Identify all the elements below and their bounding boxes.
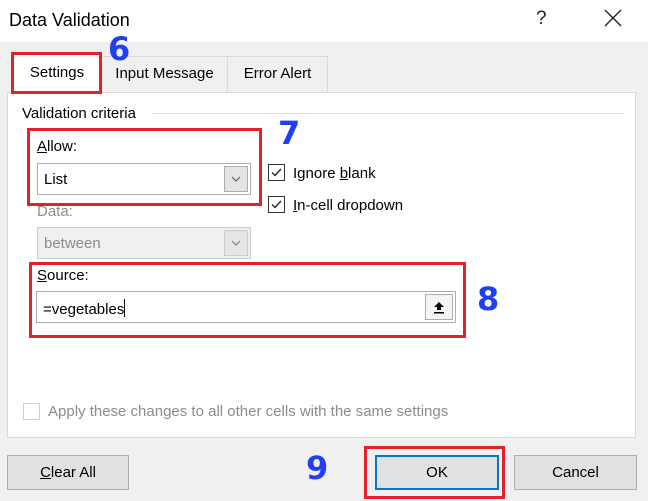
group-divider (152, 113, 624, 114)
apply-all-label: Apply these changes to all other cells w… (48, 403, 449, 420)
tab-settings[interactable]: Settings (12, 53, 102, 93)
apply-all-checkbox (23, 403, 40, 420)
annotation-number-6: 6 (108, 30, 131, 68)
data-label: Data: (37, 203, 73, 220)
title-bar: Data Validation ? (0, 0, 648, 42)
checkmark-icon (271, 168, 282, 177)
ignore-blank-label: Ignore blank (293, 165, 376, 182)
in-cell-dropdown-checkbox[interactable] (268, 196, 285, 213)
close-icon[interactable] (601, 6, 625, 30)
ignore-blank-label-accel: b (339, 165, 349, 182)
tab-settings-label: Settings (29, 64, 85, 81)
allow-label: Allow: (37, 138, 77, 155)
chevron-down-icon[interactable] (224, 166, 248, 192)
ignore-blank-label-pre: Ignore (293, 165, 340, 182)
validation-criteria-label: Validation criteria (22, 105, 136, 122)
tab-error-alert[interactable]: Error Alert (227, 56, 328, 92)
allow-label-rest: llow: (47, 138, 78, 155)
data-dropdown: between (37, 227, 251, 259)
tab-error-alert-label: Error Alert (243, 65, 312, 82)
clear-all-label: lear All (50, 464, 96, 481)
help-button[interactable]: ? (536, 8, 547, 30)
source-label: Source: (37, 267, 89, 284)
arrow-up-icon (434, 301, 444, 313)
ignore-blank-label-rest: lank (348, 165, 376, 182)
allow-label-accel: A (37, 138, 48, 155)
text-caret (124, 299, 126, 317)
annotation-number-8: 8 (477, 280, 500, 318)
cancel-label: Cancel (552, 464, 599, 481)
ignore-blank-checkbox[interactable] (268, 164, 285, 181)
allow-dropdown[interactable]: List (37, 163, 251, 195)
collapse-dialog-button[interactable] (425, 294, 453, 320)
ok-label: OK (426, 464, 448, 481)
clear-all-button[interactable]: Clear All (7, 455, 129, 490)
source-label-rest: ource: (47, 267, 89, 284)
in-cell-dropdown-label: In-cell dropdown (293, 197, 403, 214)
settings-panel (7, 92, 636, 438)
source-label-accel: S (37, 267, 48, 284)
dialog-title: Data Validation (9, 10, 130, 30)
clear-all-accel: C (40, 464, 51, 481)
cancel-button[interactable]: Cancel (514, 455, 637, 490)
in-cell-dropdown-label-rest: n-cell dropdown (297, 197, 404, 214)
chevron-down-icon (224, 230, 248, 256)
annotation-number-7: 7 (278, 114, 301, 152)
annotation-number-9: 9 (306, 449, 329, 487)
allow-value: List (44, 171, 68, 188)
source-value: =vegetables (43, 301, 125, 318)
source-input[interactable]: =vegetables (36, 291, 456, 323)
ok-button[interactable]: OK (375, 455, 499, 490)
checkmark-icon (271, 200, 282, 209)
data-value: between (44, 235, 101, 252)
